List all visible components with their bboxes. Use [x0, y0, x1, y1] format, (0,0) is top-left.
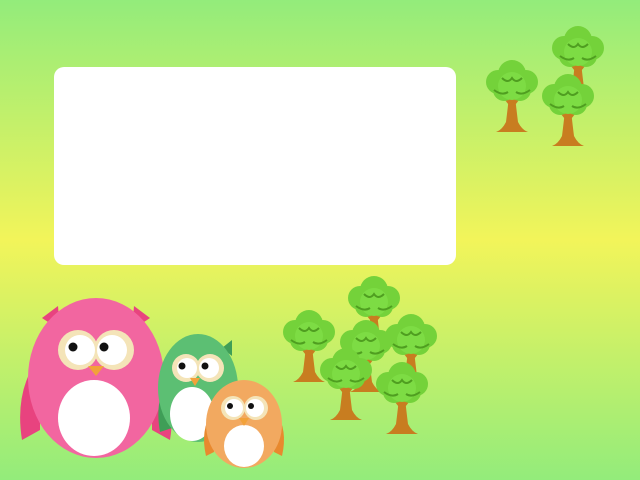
pink-owl	[20, 298, 172, 458]
owls-layer	[20, 298, 284, 468]
game-scene	[0, 0, 640, 480]
